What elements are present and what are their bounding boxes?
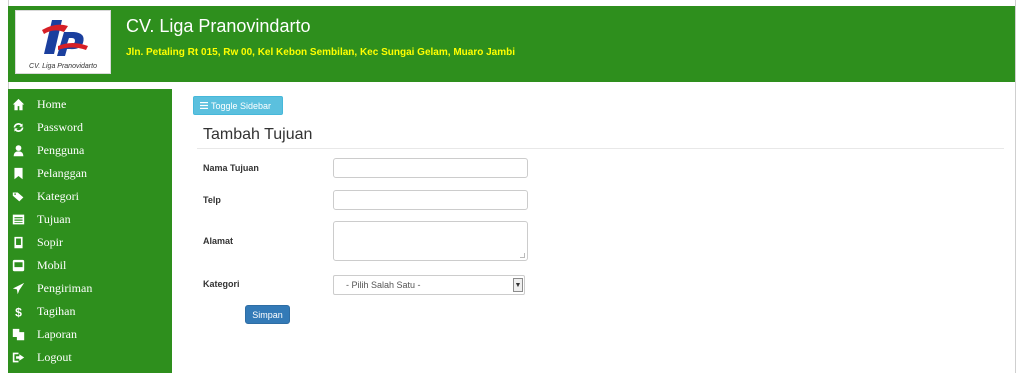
sidebar-item-home[interactable]: Home (8, 93, 172, 115)
sidebar-item-label: Tagihan (37, 303, 76, 318)
dollar-icon: $ (11, 304, 25, 318)
company-logo: CV. Liga Pranovidarto (15, 10, 111, 74)
logo-caption: CV. Liga Pranovidarto (29, 63, 97, 70)
sidebar-item-label: Laporan (37, 326, 77, 341)
nama-tujuan-label: Nama Tujuan (203, 163, 259, 173)
tags-icon (11, 189, 25, 203)
sidebar-item-tujuan[interactable]: Tujuan (8, 208, 172, 230)
logo-mark-icon (42, 20, 88, 56)
send-icon (11, 281, 25, 295)
kategori-label: Kategori (203, 279, 240, 289)
sidebar-item-pengguna[interactable]: Pengguna (8, 139, 172, 161)
toggle-sidebar-button[interactable]: Toggle Sidebar (193, 96, 283, 115)
refresh-icon (11, 120, 25, 134)
toggle-sidebar-label: Toggle Sidebar (211, 100, 272, 111)
sidebar-item-label: Password (37, 119, 84, 134)
sidebar-item-sopir[interactable]: Sopir (8, 231, 172, 253)
sidebar-item-label: Logout (37, 349, 72, 364)
telp-label: Telp (203, 195, 221, 205)
title-divider (197, 148, 1004, 149)
sidebar-item-logout[interactable]: Logout (8, 346, 172, 368)
sidebar-item-pengiriman[interactable]: Pengiriman (8, 277, 172, 299)
sidebar-item-laporan[interactable]: Laporan (8, 323, 172, 345)
resize-grip-icon[interactable] (520, 253, 525, 258)
sidebar-item-kategori[interactable]: Kategori (8, 185, 172, 207)
svg-text:$: $ (15, 305, 22, 318)
list-alt-icon (11, 212, 25, 226)
site-header: CV. Liga Pranovidarto CV. Liga Pranovind… (8, 6, 1015, 82)
telp-input[interactable] (333, 190, 528, 210)
copy-icon (11, 327, 25, 341)
user-icon (11, 143, 25, 157)
dropdown-arrow-icon[interactable]: ▼ (513, 278, 523, 292)
simpan-button[interactable]: Simpan (245, 305, 290, 324)
sidebar-item-label: Mobil (37, 257, 67, 272)
bookmark-icon (11, 166, 25, 180)
alamat-label: Alamat (203, 236, 234, 246)
menu-icon (200, 102, 208, 109)
phone-icon (11, 235, 25, 249)
kategori-select[interactable]: - Pilih Salah Satu - ▼ (333, 275, 525, 295)
logout-icon (11, 350, 25, 364)
sidebar-item-label: Home (37, 96, 67, 111)
company-address: Jln. Petaling Rt 015, Rw 00, Kel Kebon S… (126, 47, 515, 58)
sidebar-item-label: Pengguna (37, 142, 85, 157)
sidebar-item-mobil[interactable]: Mobil (8, 254, 172, 276)
hdd-icon (11, 258, 25, 272)
company-name: CV. Liga Pranovindarto (126, 16, 311, 36)
page-title: Tambah Tujuan (203, 126, 313, 143)
nama-tujuan-input[interactable] (333, 158, 528, 178)
sidebar-item-label: Pelanggan (37, 165, 87, 180)
alamat-textarea[interactable] (333, 221, 528, 261)
kategori-selected-value: - Pilih Salah Satu - (346, 280, 421, 290)
sidebar-item-label: Sopir (37, 234, 64, 249)
sidebar-item-tagihan[interactable]: $ Tagihan (8, 300, 172, 322)
sidebar-item-label: Pengiriman (37, 280, 93, 295)
sidebar-item-pelanggan[interactable]: Pelanggan (8, 162, 172, 184)
sidebar: Home Password Pengguna Pelanggan Kategor… (8, 89, 172, 373)
sidebar-item-label: Kategori (37, 188, 79, 203)
home-icon (11, 97, 25, 111)
sidebar-item-password[interactable]: Password (8, 116, 172, 138)
sidebar-item-label: Tujuan (37, 211, 71, 226)
